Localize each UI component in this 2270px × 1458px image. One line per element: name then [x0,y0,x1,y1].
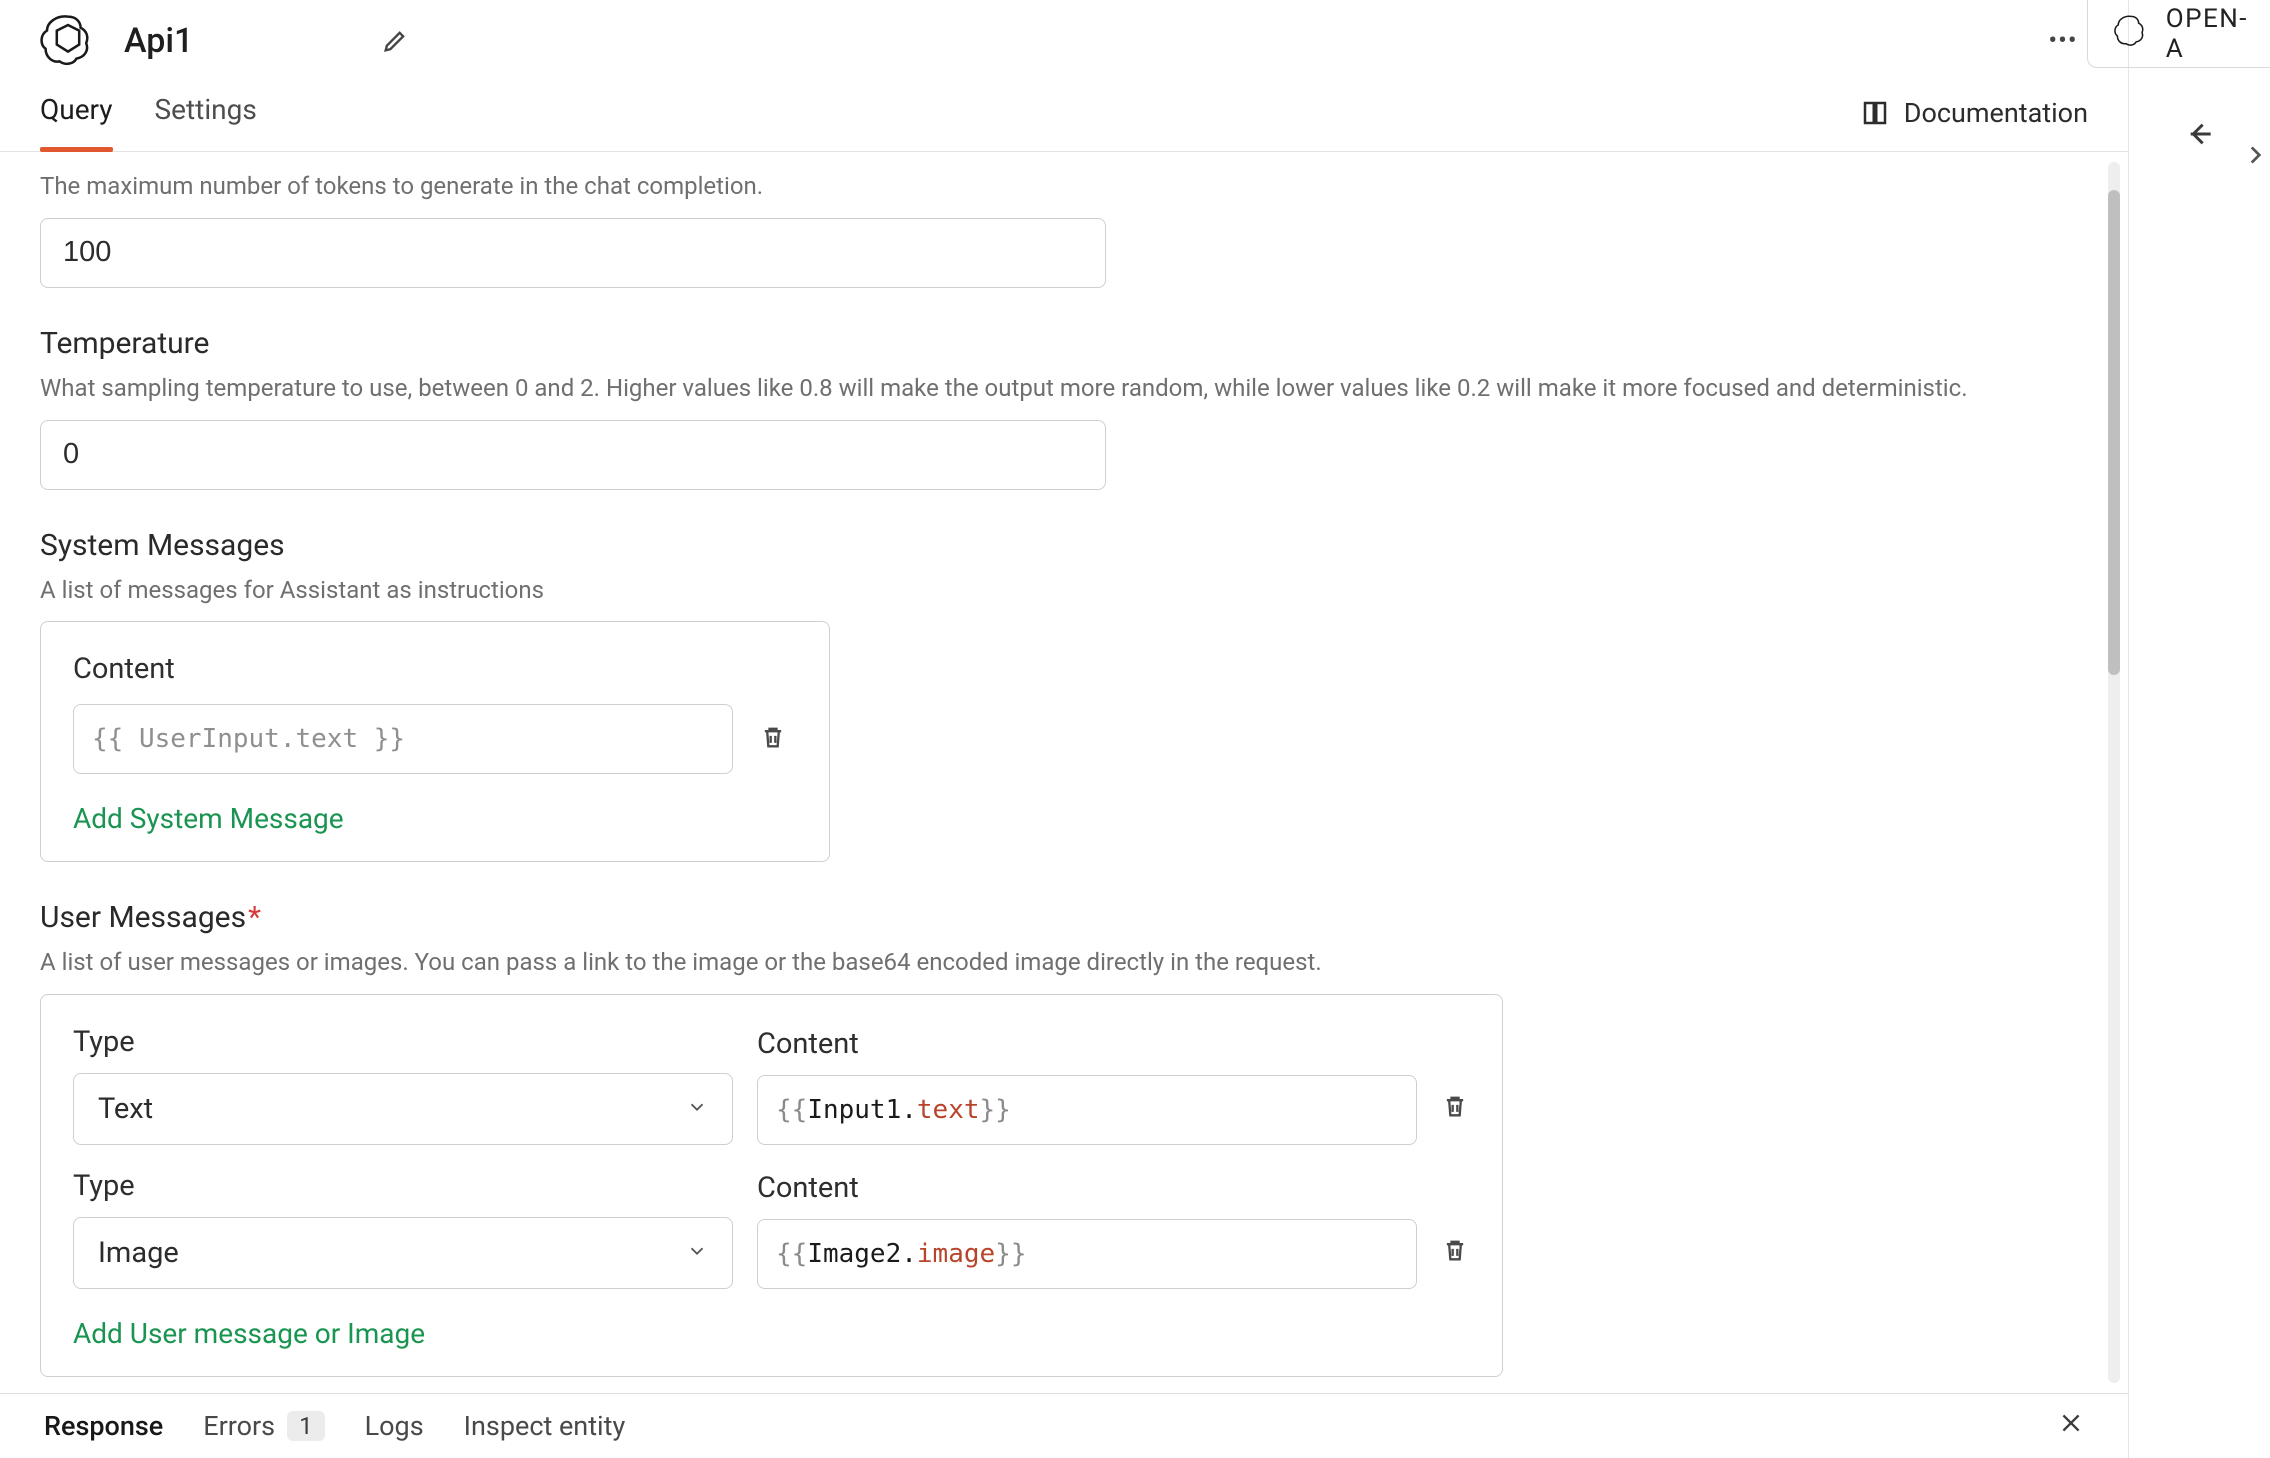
openai-logo-icon [40,11,96,72]
user-message-type-value: Text [98,1092,153,1126]
user-message-row: Type Image Content {{Image2.image}} [73,1169,1470,1289]
tab-errors-label: Errors [203,1410,275,1442]
tab-inspect-entity[interactable]: Inspect entity [464,1410,626,1442]
rename-button[interactable] [378,24,412,58]
user-message-content-input[interactable]: {{Image2.image}} [757,1219,1417,1289]
tab-query[interactable]: Query [40,83,113,151]
add-user-message-link[interactable]: Add User message or Image [73,1317,1470,1350]
system-messages-panel: Content {{ UserInput.text }} Add System … [40,621,830,862]
user-messages-label-text: User Messages [40,900,246,935]
provider-pill[interactable]: OPEN-A [2087,0,2270,68]
delete-user-message-button[interactable] [1441,1092,1469,1125]
user-message-type-select[interactable]: Image [73,1217,733,1289]
user-message-row: Type Text Content {{Input1.text}} [73,1025,1470,1145]
tab-errors[interactable]: Errors 1 [203,1410,324,1442]
user-message-content-label: Content [757,1171,1417,1205]
user-messages-desc: A list of user messages or images. You c… [40,945,2088,980]
system-messages-label: System Messages [40,528,2088,563]
documentation-link[interactable]: Documentation [1860,97,2088,151]
user-messages-label: User Messages* [40,900,2088,935]
tabs-bar: Query Settings Documentation [0,82,2128,152]
user-message-type-label: Type [73,1169,733,1203]
expand-panel-button[interactable] [2240,130,2270,180]
scrollbar-thumb[interactable] [2108,190,2120,675]
system-message-content-label: Content [73,652,797,686]
system-message-content-input[interactable]: {{ UserInput.text }} [73,704,733,774]
tab-logs[interactable]: Logs [365,1410,424,1442]
chevron-down-icon [686,1236,708,1270]
user-message-type-value: Image [98,1236,179,1270]
tab-settings[interactable]: Settings [155,83,257,151]
user-message-type-label: Type [73,1025,733,1059]
max-tokens-input[interactable] [40,218,1106,288]
add-system-message-link[interactable]: Add System Message [73,802,797,835]
temperature-label: Temperature [40,326,2088,361]
page-header: Api1 ••• [0,0,2128,82]
field-max-tokens: Max Tokens The maximum number of tokens … [40,152,2088,288]
user-message-content-input[interactable]: {{Input1.text}} [757,1075,1417,1145]
collapse-arrow-icon[interactable] [2184,118,2216,155]
field-temperature: Temperature What sampling temperature to… [40,326,2088,490]
temperature-desc: What sampling temperature to use, betwee… [40,371,2088,406]
errors-badge: 1 [287,1411,325,1441]
user-message-content-label: Content [757,1027,1417,1061]
documentation-label: Documentation [1904,97,2088,129]
results-tab-bar: Response Errors 1 Logs Inspect entity [0,1393,2128,1458]
page-title: Api1 [124,21,193,61]
temperature-input[interactable] [40,420,1106,490]
user-messages-panel: Type Text Content {{Input1.text}} [40,994,1503,1377]
more-menu-button[interactable]: ••• [2046,24,2080,58]
user-message-type-select[interactable]: Text [73,1073,733,1145]
right-rail: OPEN-A [2128,0,2270,1458]
provider-label: OPEN-A [2166,4,2248,64]
field-system-messages: System Messages A list of messages for A… [40,528,2088,863]
field-user-messages: User Messages* A list of user messages o… [40,900,2088,1377]
system-messages-desc: A list of messages for Assistant as inst… [40,573,2088,608]
openai-logo-icon [2114,13,2148,54]
book-icon [1860,98,1890,128]
required-star: * [248,900,261,935]
tab-response[interactable]: Response [44,1410,163,1442]
delete-system-message-button[interactable] [759,723,787,756]
chevron-down-icon [686,1092,708,1126]
delete-user-message-button[interactable] [1441,1236,1469,1269]
max-tokens-label: Max Tokens [40,152,2088,159]
form-scroll-area: Max Tokens The maximum number of tokens … [0,152,2128,1393]
close-results-button[interactable] [2058,1410,2084,1442]
max-tokens-desc: The maximum number of tokens to generate… [40,169,2088,204]
